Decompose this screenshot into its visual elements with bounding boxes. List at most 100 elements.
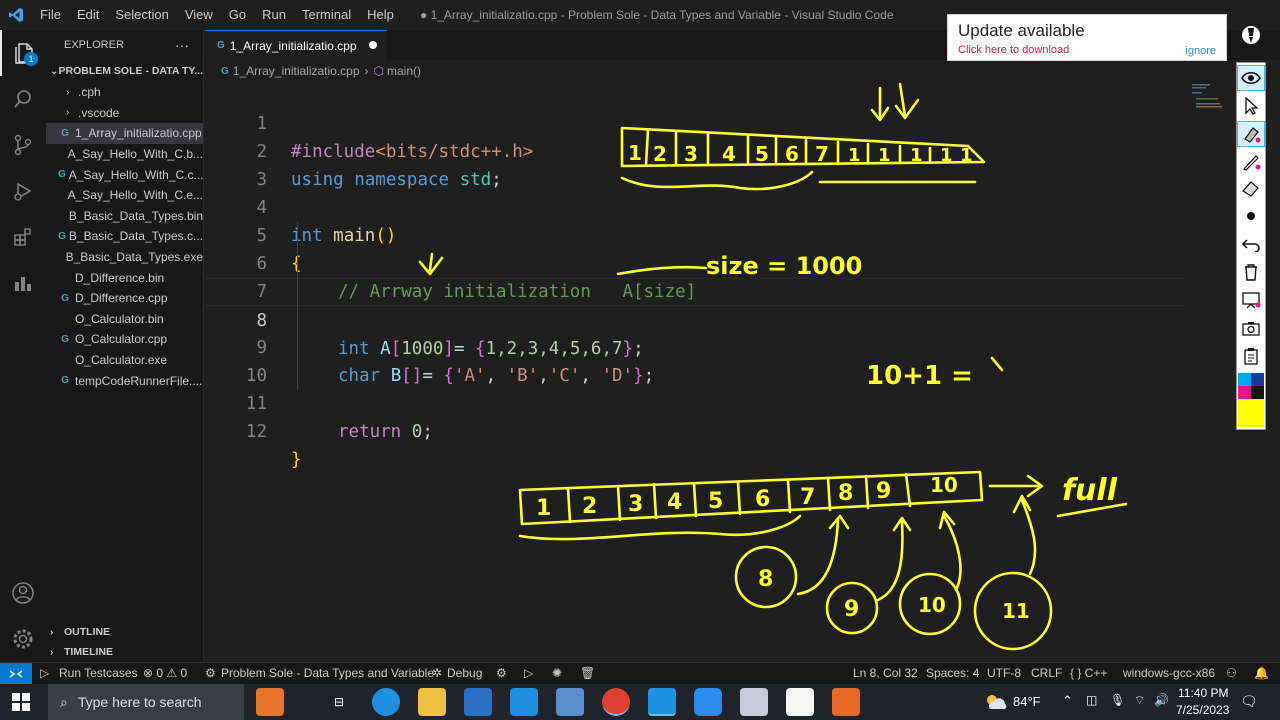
feedback-icon[interactable]: ⚇ <box>1226 663 1237 684</box>
chevron-up-icon[interactable]: ⌃ <box>1062 693 1073 709</box>
tree-file[interactable]: O_Calculator.exe <box>46 350 203 371</box>
color-black-swatch[interactable] <box>1251 386 1264 399</box>
breadcrumb-symbol[interactable]: main() <box>387 64 421 78</box>
undo-icon[interactable] <box>1237 231 1265 257</box>
indentation[interactable]: Spaces: 4 <box>926 663 979 684</box>
tree-file[interactable]: G 1_Array_initializatio.cpp <box>46 123 203 144</box>
menu-run[interactable]: Run <box>254 0 294 30</box>
tab-1-array-initializatio[interactable]: G 1_Array_initializatio.cpp <box>205 30 387 60</box>
minimap[interactable] <box>1190 82 1230 112</box>
tree-file[interactable]: G B_Basic_Data_Types.c... <box>46 226 203 247</box>
tree-file[interactable]: G D_Difference.cpp <box>46 288 203 309</box>
unsaved-dot-icon[interactable] <box>369 41 377 49</box>
bug-icon[interactable]: ✺ <box>552 663 562 684</box>
extensions-icon[interactable] <box>0 214 46 260</box>
files-icon[interactable]: 1 <box>0 30 46 76</box>
account-icon[interactable] <box>0 570 46 616</box>
tree-folder[interactable]: › .cph <box>46 82 203 103</box>
timeline-section[interactable]: › TIMELINE <box>46 642 204 662</box>
source-control-icon[interactable] <box>0 122 46 168</box>
menu-selection[interactable]: Selection <box>107 0 176 30</box>
file-explorer-icon[interactable] <box>418 688 446 716</box>
cursor-position[interactable]: Ln 8, Col 32 <box>853 663 918 684</box>
menu-help[interactable]: Help <box>359 0 402 30</box>
tree-file[interactable]: G A_Say_Hello_With_C.c... <box>46 164 203 185</box>
network-icon[interactable]: ◫ <box>1086 693 1097 707</box>
color-palette[interactable] <box>1238 373 1264 427</box>
problems-indicator[interactable]: ⊗ 0 ⚠ 0 <box>143 663 187 684</box>
weather-icon[interactable] <box>984 692 1008 712</box>
paint-icon[interactable] <box>740 688 768 716</box>
outline-section[interactable]: › OUTLINE <box>46 622 204 642</box>
zoom-icon[interactable] <box>694 688 722 716</box>
tree-file[interactable]: D_Difference.bin <box>46 267 203 288</box>
color-blue-swatch[interactable] <box>1251 373 1264 386</box>
mail-icon[interactable] <box>510 688 538 716</box>
workspace-folder[interactable]: ⌄ PROBLEM SOLE - DATA TY... <box>46 60 203 82</box>
tree-file[interactable]: B_Basic_Data_Types.exe <box>46 247 203 268</box>
bell-icon[interactable]: 🔔 <box>1254 663 1269 684</box>
clipboard-icon[interactable] <box>1237 343 1265 369</box>
menu-edit[interactable]: Edit <box>69 0 107 30</box>
ignore-link[interactable]: ignore <box>1185 45 1216 57</box>
windows-start-icon[interactable] <box>12 693 30 711</box>
highlighter-icon[interactable] <box>1237 121 1265 147</box>
pen-tool-icon[interactable] <box>1240 24 1262 54</box>
microphone-icon[interactable]: 🎙 <box>1110 693 1125 707</box>
workspace-label[interactable]: Problem Sole - Data Types and Variable <box>221 663 434 684</box>
eraser-icon[interactable] <box>1237 175 1265 201</box>
gear-icon[interactable]: ⚙ <box>496 663 507 684</box>
fox-app-icon[interactable] <box>256 688 284 716</box>
color-magenta-swatch[interactable] <box>1238 386 1251 399</box>
menu-terminal[interactable]: Terminal <box>294 0 359 30</box>
remote-indicator-icon[interactable] <box>0 663 32 685</box>
menu-view[interactable]: View <box>177 0 221 30</box>
vscode-taskbar-icon[interactable] <box>648 688 676 716</box>
more-actions-icon[interactable]: ··· <box>175 37 189 53</box>
run-debug-icon[interactable] <box>0 168 46 214</box>
search-icon[interactable] <box>0 76 46 122</box>
tree-file[interactable]: G O_Calculator.cpp <box>46 329 203 350</box>
document-app-icon[interactable] <box>786 688 814 716</box>
notifications-icon[interactable]: 🗨 <box>1240 693 1258 710</box>
edge-browser-icon[interactable] <box>372 688 400 716</box>
tree-file[interactable]: B_Basic_Data_Types.bin <box>46 206 203 227</box>
pen-icon[interactable] <box>1237 149 1265 175</box>
encoding[interactable]: UTF-8 <box>987 663 1021 684</box>
debug-button[interactable]: Debug <box>447 663 482 684</box>
run-icon[interactable]: ▷ <box>524 663 533 684</box>
volume-icon[interactable]: 🔊 <box>1154 693 1169 707</box>
wifi-icon[interactable]: ⌔ <box>1134 693 1145 708</box>
update-notification[interactable]: Update available Click here to download … <box>947 14 1227 61</box>
menu-file[interactable]: File <box>32 0 69 30</box>
run-testcases-button[interactable]: Run Testcases <box>59 663 138 684</box>
settings-gear-icon[interactable] <box>0 616 46 662</box>
dot-icon[interactable] <box>1237 203 1265 229</box>
tree-folder[interactable]: › .vscode <box>46 103 203 124</box>
play-icon[interactable]: ▷ <box>40 663 49 684</box>
menu-go[interactable]: Go <box>221 0 254 30</box>
cursor-arrow-icon[interactable] <box>1237 93 1265 119</box>
clock-date[interactable]: 7/25/2023 <box>1176 703 1229 717</box>
camera-icon[interactable] <box>1237 315 1265 341</box>
code-editor[interactable]: 1 #include<bits/stdc++.h> 2 using namesp… <box>205 82 1280 662</box>
chart-icon[interactable] <box>0 260 46 306</box>
language-mode[interactable]: { } C++ <box>1070 663 1107 684</box>
line-ending[interactable]: CRLF <box>1031 663 1062 684</box>
app-icon[interactable] <box>556 688 584 716</box>
trash-icon[interactable]: 🗑 <box>580 663 595 684</box>
trash-icon[interactable] <box>1237 259 1265 285</box>
tree-file[interactable]: GtempCodeRunnerFile.... <box>46 370 203 391</box>
color-yellow-swatch[interactable] <box>1238 399 1264 427</box>
download-link[interactable]: Click here to download <box>958 44 1069 56</box>
clock-time[interactable]: 11:40 PM <box>1178 686 1228 700</box>
temperature[interactable]: 84°F <box>1013 694 1041 709</box>
compiler-config[interactable]: windows-gcc-x86 <box>1123 663 1215 684</box>
recorder-icon[interactable] <box>832 688 860 716</box>
store-icon[interactable] <box>464 688 492 716</box>
taskbar-search-box[interactable]: ⌕ Type here to search <box>48 684 244 720</box>
color-cyan-swatch[interactable] <box>1238 373 1251 386</box>
task-view-icon[interactable]: ⊟ <box>325 688 353 716</box>
chrome-icon[interactable] <box>602 688 630 716</box>
tree-file[interactable]: A_Say_Hello_With_C.b... <box>46 144 203 165</box>
